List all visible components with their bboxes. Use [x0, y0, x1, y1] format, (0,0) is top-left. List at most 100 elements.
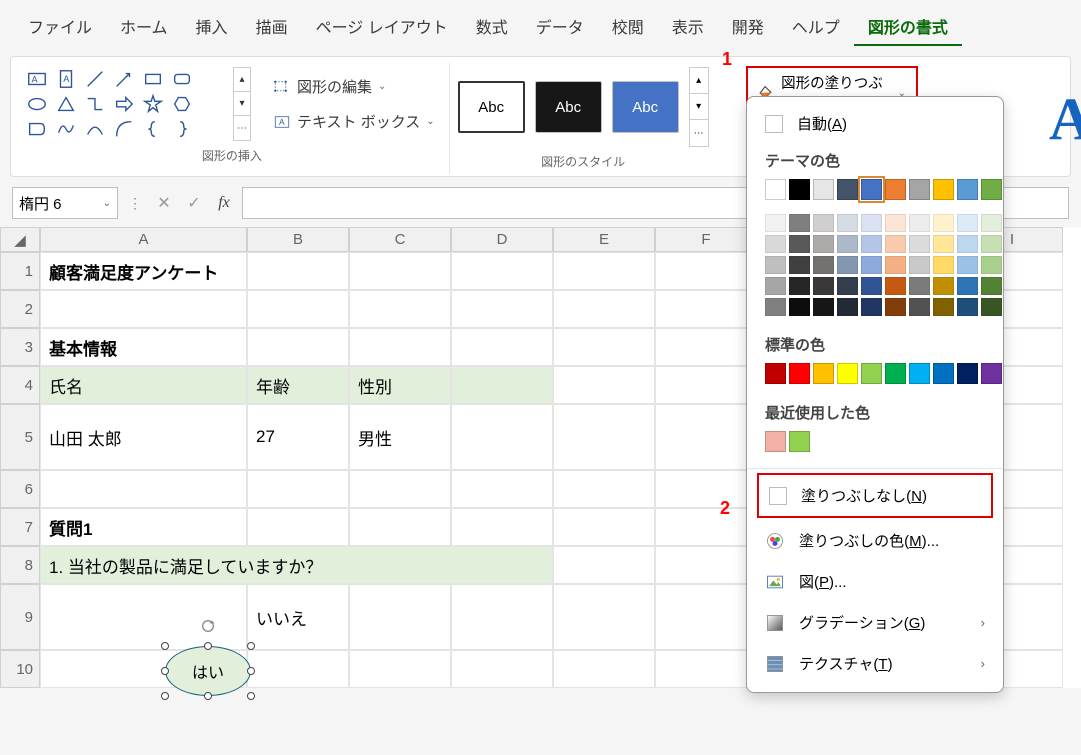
theme-shade-swatch[interactable]	[933, 277, 954, 295]
theme-shade-swatch[interactable]	[981, 214, 1002, 232]
textbox-button[interactable]: A テキスト ボックス ⌄	[267, 107, 441, 136]
shape-hexagon-icon[interactable]	[168, 92, 196, 116]
theme-shade-swatch[interactable]	[765, 277, 786, 295]
cell-B9[interactable]: いいえ	[247, 584, 349, 650]
menu-insert[interactable]: 挿入	[182, 8, 242, 46]
shape-freeform-icon[interactable]	[52, 117, 80, 141]
shape-textbox-v-icon[interactable]: A	[52, 67, 80, 91]
shape-oval-icon[interactable]	[23, 92, 51, 116]
theme-shade-swatch[interactable]	[813, 256, 834, 274]
standard-color-swatch[interactable]	[789, 363, 810, 384]
cell-A4[interactable]: 氏名	[40, 366, 247, 404]
theme-shade-swatch[interactable]	[885, 235, 906, 253]
shape-scroll-down[interactable]: ▾	[234, 92, 250, 116]
theme-shade-swatch[interactable]	[909, 214, 930, 232]
theme-shade-swatch[interactable]	[909, 298, 930, 316]
theme-color-swatch[interactable]	[789, 179, 810, 200]
shape-gallery[interactable]: A A	[23, 67, 225, 141]
theme-shade-swatch[interactable]	[813, 277, 834, 295]
style-gallery[interactable]: Abc Abc Abc ▴ ▾ ⋯	[458, 67, 709, 147]
standard-color-swatch[interactable]	[861, 363, 882, 384]
col-header-C[interactable]: C	[349, 227, 451, 252]
standard-color-swatch[interactable]	[933, 363, 954, 384]
theme-shade-swatch[interactable]	[789, 256, 810, 274]
more-fill-colors-option[interactable]: 塗りつぶしの色(M)...	[747, 520, 1003, 561]
menu-shape-format[interactable]: 図形の書式	[854, 8, 962, 46]
menu-data[interactable]: データ	[522, 8, 598, 46]
theme-shade-swatch[interactable]	[861, 256, 882, 274]
row-header-5[interactable]: 5	[0, 404, 40, 470]
resize-handle[interactable]	[161, 642, 169, 650]
theme-shade-swatch[interactable]	[765, 235, 786, 253]
theme-shade-swatch[interactable]	[933, 235, 954, 253]
theme-color-swatch[interactable]	[957, 179, 978, 200]
cell-A1[interactable]: 顧客満足度アンケート	[40, 252, 247, 290]
theme-shade-swatch[interactable]	[909, 256, 930, 274]
menu-developer[interactable]: 開発	[718, 8, 778, 46]
cell-B5[interactable]: 27	[247, 404, 349, 470]
style-swatch-2[interactable]: Abc	[535, 81, 602, 133]
theme-shade-swatch[interactable]	[837, 277, 858, 295]
cell-B4[interactable]: 年齢	[247, 366, 349, 404]
menu-file[interactable]: ファイル	[14, 8, 106, 46]
name-box[interactable]: 楕円 6 ⌄	[12, 187, 118, 219]
theme-shade-swatch[interactable]	[861, 214, 882, 232]
theme-shade-swatch[interactable]	[957, 235, 978, 253]
shape-right-arrow-icon[interactable]	[110, 92, 138, 116]
shape-triangle-icon[interactable]	[52, 92, 80, 116]
shape-arrow-line-icon[interactable]	[110, 67, 138, 91]
row-header-2[interactable]: 2	[0, 290, 40, 328]
theme-shade-swatch[interactable]	[909, 277, 930, 295]
cell-E1[interactable]	[553, 252, 655, 290]
menu-page-layout[interactable]: ページ レイアウト	[302, 8, 462, 46]
cell-A3[interactable]: 基本情報	[40, 328, 247, 366]
select-all-corner[interactable]: ◢	[0, 227, 40, 252]
shape-brace-l-icon[interactable]	[139, 117, 167, 141]
theme-shade-swatch[interactable]	[957, 298, 978, 316]
standard-color-swatch[interactable]	[909, 363, 930, 384]
shape-star-icon[interactable]	[139, 92, 167, 116]
shape-flowchart1-icon[interactable]	[23, 117, 51, 141]
theme-shade-swatch[interactable]	[957, 214, 978, 232]
row-header-8[interactable]: 8	[0, 546, 40, 584]
shape-scroll-up[interactable]: ▴	[234, 68, 250, 92]
theme-shade-swatch[interactable]	[981, 298, 1002, 316]
edit-shape-button[interactable]: 図形の編集 ⌄	[267, 72, 441, 101]
style-swatch-1[interactable]: Abc	[458, 81, 525, 133]
style-scroll-down[interactable]: ▾	[690, 94, 708, 120]
standard-color-swatch[interactable]	[837, 363, 858, 384]
resize-handle[interactable]	[204, 642, 212, 650]
shape-rect-icon[interactable]	[139, 67, 167, 91]
menu-help[interactable]: ヘルプ	[778, 8, 854, 46]
selected-shape-oval[interactable]: はい	[165, 646, 251, 696]
theme-shade-swatch[interactable]	[933, 256, 954, 274]
theme-shade-swatch[interactable]	[837, 298, 858, 316]
theme-shade-swatch[interactable]	[885, 277, 906, 295]
theme-shade-swatch[interactable]	[765, 214, 786, 232]
theme-shade-swatch[interactable]	[789, 235, 810, 253]
row-header-1[interactable]: 1	[0, 252, 40, 290]
shape-brace-r-icon[interactable]	[168, 117, 196, 141]
theme-shade-swatch[interactable]	[789, 214, 810, 232]
row-header-10[interactable]: 10	[0, 650, 40, 688]
cell-A2[interactable]	[40, 290, 247, 328]
row-header-6[interactable]: 6	[0, 470, 40, 508]
theme-shade-swatch[interactable]	[765, 256, 786, 274]
insert-function-button[interactable]: fx	[212, 194, 236, 212]
theme-shade-swatch[interactable]	[885, 214, 906, 232]
theme-shade-swatch[interactable]	[909, 235, 930, 253]
cell-A7[interactable]: 質問1	[40, 508, 247, 546]
row-header-4[interactable]: 4	[0, 366, 40, 404]
standard-color-swatch[interactable]	[885, 363, 906, 384]
rotate-handle-icon[interactable]	[200, 618, 216, 634]
theme-shade-swatch[interactable]	[861, 298, 882, 316]
theme-color-swatch[interactable]	[981, 179, 1002, 200]
row-header-9[interactable]: 9	[0, 584, 40, 650]
row-header-7[interactable]: 7	[0, 508, 40, 546]
theme-color-swatch[interactable]	[933, 179, 954, 200]
resize-handle[interactable]	[247, 692, 255, 700]
theme-color-swatch[interactable]	[765, 179, 786, 200]
cell-C4[interactable]: 性別	[349, 366, 451, 404]
menu-view[interactable]: 表示	[658, 8, 718, 46]
theme-shade-swatch[interactable]	[813, 235, 834, 253]
